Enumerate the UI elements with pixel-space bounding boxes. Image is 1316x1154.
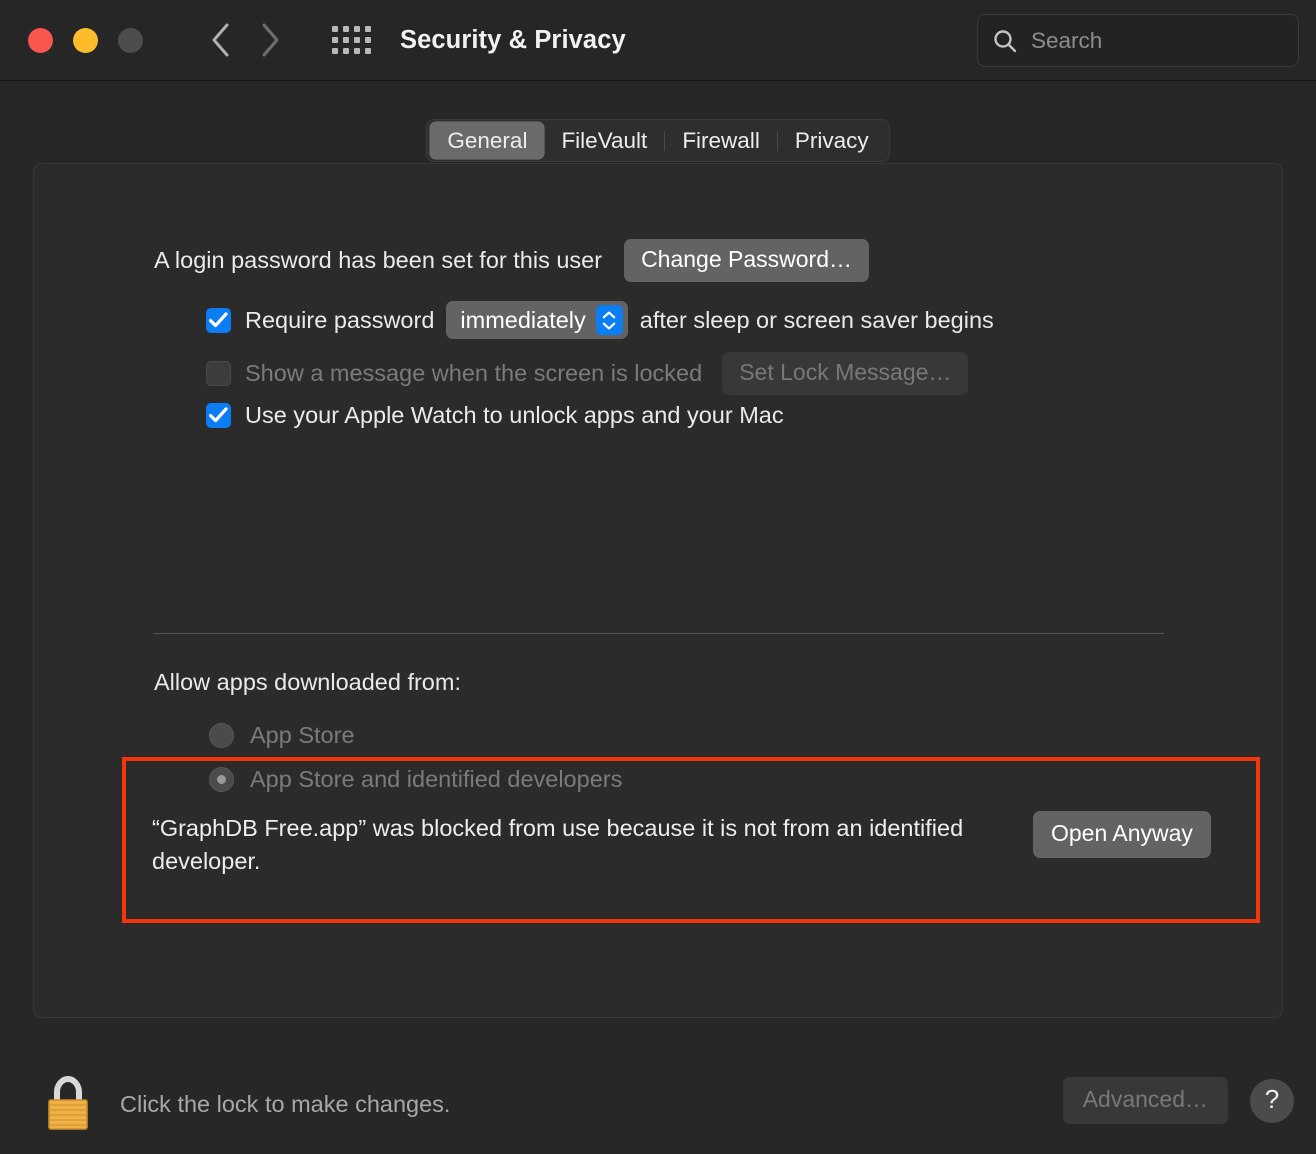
login-password-row: A login password has been set for this u… — [154, 239, 870, 283]
radio-selected-dot — [217, 775, 226, 784]
general-tab-panel: A login password has been set for this u… — [33, 163, 1283, 1018]
tab-firewall[interactable]: Firewall — [665, 122, 777, 159]
window-titlebar: Security & Privacy — [0, 0, 1316, 81]
tab-privacy[interactable]: Privacy — [778, 122, 886, 159]
back-button[interactable] — [200, 20, 240, 60]
search-field[interactable] — [977, 14, 1299, 67]
password-delay-value: immediately — [460, 306, 586, 333]
allow-apps-heading: Allow apps downloaded from: — [154, 669, 461, 695]
zoom-window-button — [118, 27, 143, 53]
require-password-checkbox[interactable] — [206, 307, 231, 333]
minimize-window-button[interactable] — [73, 27, 98, 53]
help-button[interactable]: ? — [1250, 1078, 1294, 1123]
forward-button — [250, 20, 290, 60]
lock-row: Click the lock to make changes. — [41, 1075, 450, 1133]
padlock-closed-icon[interactable] — [41, 1075, 95, 1133]
apple-watch-checkbox[interactable] — [206, 403, 231, 428]
radio-identified-developers-label: App Store and identified developers — [250, 766, 623, 792]
apple-watch-label: Use your Apple Watch to unlock apps and … — [245, 402, 784, 428]
tab-filevault[interactable]: FileVault — [544, 122, 664, 159]
checkmark-icon — [209, 311, 228, 327]
search-input[interactable] — [1029, 26, 1284, 55]
login-password-status: A login password has been set for this u… — [154, 247, 603, 274]
allow-apps-option-identified-developers: App Store and identified developers — [209, 766, 622, 793]
allow-apps-option-app-store: App Store — [209, 722, 355, 749]
footer-actions: Advanced… ? — [1062, 1077, 1294, 1125]
apple-watch-unlock-row: Use your Apple Watch to unlock apps and … — [206, 402, 784, 429]
open-anyway-button[interactable]: Open Anyway — [1033, 811, 1211, 859]
radio-app-store-label: App Store — [250, 722, 355, 748]
require-password-suffix-label: after sleep or screen saver begins — [639, 306, 994, 333]
chevron-down-icon — [602, 322, 616, 329]
search-icon — [994, 29, 1017, 52]
tab-general[interactable]: General — [430, 122, 545, 159]
require-password-row: Require password immediately after sleep… — [206, 301, 994, 339]
require-password-label: Require password — [245, 306, 435, 333]
radio-identified-developers — [209, 767, 234, 792]
radio-app-store — [209, 723, 234, 748]
page-title: Security & Privacy — [400, 25, 626, 54]
checkmark-icon — [209, 407, 228, 423]
change-password-button[interactable]: Change Password… — [624, 239, 870, 283]
show-all-grid-icon[interactable] — [330, 24, 373, 56]
navigation-buttons — [200, 20, 290, 60]
blocked-app-message: “GraphDB Free.app” was blocked from use … — [152, 815, 964, 874]
security-privacy-window: Security & Privacy General FileVault Fir… — [0, 0, 1316, 1154]
section-divider — [154, 633, 1164, 634]
show-lock-message-checkbox — [206, 361, 231, 387]
password-delay-stepper[interactable] — [595, 305, 623, 335]
show-lock-message-row: Show a message when the screen is locked… — [206, 352, 969, 396]
advanced-button: Advanced… — [1062, 1077, 1228, 1125]
set-lock-message-button: Set Lock Message… — [722, 352, 969, 396]
tab-bar: General FileVault Firewall Privacy — [426, 119, 890, 162]
password-delay-popup[interactable]: immediately — [446, 301, 628, 339]
lock-hint-text: Click the lock to make changes. — [120, 1090, 451, 1117]
traffic-light-group — [28, 27, 143, 53]
chevron-up-icon — [602, 311, 616, 318]
allow-apps-heading-row: Allow apps downloaded from: — [154, 669, 461, 696]
show-lock-message-label: Show a message when the screen is locked — [245, 360, 703, 387]
close-window-button[interactable] — [28, 27, 53, 53]
